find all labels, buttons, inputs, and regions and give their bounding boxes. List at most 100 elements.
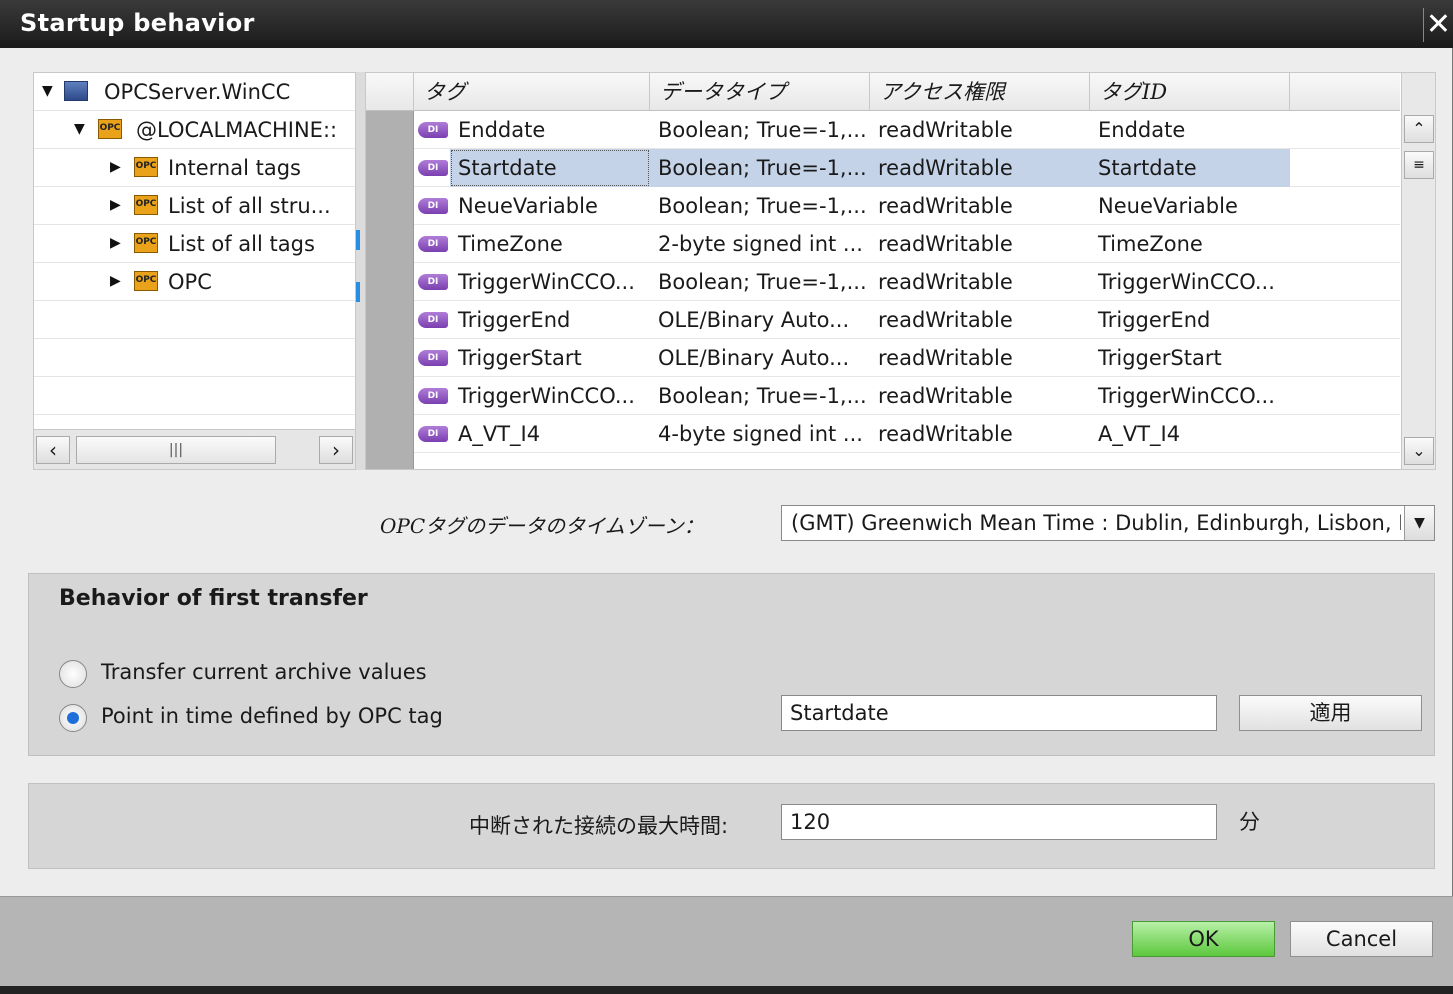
row-selector[interactable] (366, 187, 414, 225)
expand-right-icon[interactable]: ▶ (110, 159, 121, 175)
table-row-partial (366, 453, 1400, 469)
row-selector[interactable] (366, 111, 414, 149)
table-row[interactable]: DI TriggerStart OLE/Binary Auto... readW… (366, 339, 1400, 377)
table-row[interactable]: DI TriggerEnd OLE/Binary Auto... readWri… (366, 301, 1400, 339)
expand-right-icon[interactable]: ▶ (110, 273, 121, 289)
cell-tag[interactable]: TriggerWinCCO... (450, 377, 650, 415)
cell-tag[interactable]: TriggerWinCCO... (450, 263, 650, 301)
table-row[interactable]: DI NeueVariable Boolean; True=-1,... rea… (366, 187, 1400, 225)
cell-access[interactable]: readWritable (870, 225, 1090, 263)
cell-tagid[interactable]: TriggerWinCCO... (1090, 377, 1290, 415)
table-row[interactable]: DI Enddate Boolean; True=-1,... readWrit… (366, 111, 1400, 149)
apply-button[interactable]: 適用 (1239, 695, 1422, 731)
cell-tag[interactable]: TriggerEnd (450, 301, 650, 339)
cell-tagid[interactable]: TimeZone (1090, 225, 1290, 263)
opc-tag-field[interactable]: Startdate (781, 695, 1217, 731)
row-selector[interactable] (366, 415, 414, 453)
cell-tagid[interactable]: TriggerEnd (1090, 301, 1290, 339)
scroll-up-icon[interactable]: ⌃ (1404, 115, 1434, 143)
tree-item-internal-tags[interactable]: ▶ OPC Internal tags (34, 149, 355, 187)
scroll-thumb[interactable]: ||| (76, 436, 276, 464)
column-header-datatype[interactable]: データタイプ (650, 73, 870, 111)
table-vertical-scrollbar[interactable]: ⌃ ≡ ⌄ (1401, 73, 1435, 469)
tag-tree: ▼ OPCServer.WinCC ▼ OPC @LOCALMACHINE:: … (33, 72, 356, 470)
row-selector[interactable] (366, 301, 414, 339)
cell-tagid[interactable]: Startdate (1090, 149, 1290, 187)
cell-access[interactable]: readWritable (870, 111, 1090, 149)
tree-item-list-of-all-structures[interactable]: ▶ OPC List of all stru... (34, 187, 355, 225)
row-selector[interactable] (366, 377, 414, 415)
minutes-unit: 分 (1239, 810, 1260, 834)
column-header-tag[interactable]: タグ (414, 73, 650, 111)
table-row[interactable]: DI TriggerWinCCO... Boolean; True=-1,...… (366, 263, 1400, 301)
row-selector[interactable] (366, 339, 414, 377)
column-header-tagid[interactable]: タグID (1090, 73, 1290, 111)
scroll-right-icon[interactable]: › (319, 436, 353, 464)
cell-datatype[interactable]: 4-byte signed int ... (650, 415, 870, 453)
cell-datatype[interactable]: OLE/Binary Auto... (650, 301, 870, 339)
expand-down-icon[interactable]: ▼ (74, 121, 85, 137)
cell-tagid[interactable]: A_VT_I4 (1090, 415, 1290, 453)
cell-datatype[interactable]: 2-byte signed int ... (650, 225, 870, 263)
cell-datatype[interactable]: Boolean; True=-1,... (650, 263, 870, 301)
tag-icon: DI (418, 160, 448, 176)
cell-tagid[interactable]: TriggerStart (1090, 339, 1290, 377)
cell-datatype[interactable]: Boolean; True=-1,... (650, 187, 870, 225)
cancel-button[interactable]: Cancel (1290, 921, 1433, 957)
table-row[interactable]: DI A_VT_I4 4-byte signed int ... readWri… (366, 415, 1400, 453)
table-row[interactable]: DI TriggerWinCCO... Boolean; True=-1,...… (366, 377, 1400, 415)
radio-transfer-current[interactable] (59, 660, 87, 688)
cell-access[interactable]: readWritable (870, 263, 1090, 301)
dialog-title: Startup behavior (20, 9, 255, 37)
cell-tagid[interactable]: Enddate (1090, 111, 1290, 149)
opc-folder-icon: OPC (134, 233, 158, 253)
cell-tagid[interactable]: TriggerWinCCO... (1090, 263, 1290, 301)
row-selector[interactable] (366, 149, 414, 187)
timezone-select[interactable]: (GMT) Greenwich Mean Time : Dublin, Edin… (781, 505, 1435, 541)
column-header-access[interactable]: アクセス権限 (870, 73, 1090, 111)
cell-access[interactable]: readWritable (870, 149, 1090, 187)
cell-datatype[interactable]: OLE/Binary Auto... (650, 339, 870, 377)
close-icon[interactable]: ✕ (1423, 8, 1453, 42)
cell-access[interactable]: readWritable (870, 187, 1090, 225)
panel-splitter[interactable] (356, 72, 365, 470)
cell-tag[interactable]: NeueVariable (450, 187, 650, 225)
cell-tag[interactable]: Enddate (450, 111, 650, 149)
radio-point-in-time[interactable] (59, 704, 87, 732)
cell-datatype[interactable]: Boolean; True=-1,... (650, 149, 870, 187)
scroll-down-icon[interactable]: ⌄ (1404, 437, 1434, 465)
scroll-left-icon[interactable]: ‹ (36, 436, 70, 464)
cell-tag[interactable]: TriggerStart (450, 339, 650, 377)
tree-item-localmachine[interactable]: ▼ OPC @LOCALMACHINE:: (34, 111, 355, 149)
cell-access[interactable]: readWritable (870, 339, 1090, 377)
scroll-thumb-icon[interactable]: ≡ (1404, 151, 1434, 179)
expand-right-icon[interactable]: ▶ (110, 197, 121, 213)
cell-access[interactable]: readWritable (870, 301, 1090, 339)
max-interruption-field[interactable]: 120 (781, 804, 1217, 840)
ok-button[interactable]: OK (1132, 921, 1275, 957)
radio-label-transfer-current[interactable]: Transfer current archive values (101, 660, 427, 684)
opc-folder-icon: OPC (134, 271, 158, 291)
cell-access[interactable]: readWritable (870, 377, 1090, 415)
row-selector-header (366, 73, 414, 111)
row-selector[interactable] (366, 225, 414, 263)
cell-datatype[interactable]: Boolean; True=-1,... (650, 377, 870, 415)
row-selector[interactable] (366, 263, 414, 301)
expand-right-icon[interactable]: ▶ (110, 235, 121, 251)
cell-access[interactable]: readWritable (870, 415, 1090, 453)
tree-horizontal-scrollbar[interactable]: ‹ ||| › (34, 429, 355, 469)
tree-item-opc[interactable]: ▶ OPC OPC (34, 263, 355, 301)
expand-down-icon[interactable]: ▼ (42, 83, 53, 99)
tag-icon: DI (418, 236, 448, 252)
tree-item-opcserver[interactable]: ▼ OPCServer.WinCC (34, 73, 355, 111)
cell-tagid[interactable]: NeueVariable (1090, 187, 1290, 225)
table-row[interactable]: DI TimeZone 2-byte signed int ... readWr… (366, 225, 1400, 263)
cell-tag[interactable]: Startdate (450, 149, 650, 187)
cell-tag[interactable]: TimeZone (450, 225, 650, 263)
cell-tag[interactable]: A_VT_I4 (450, 415, 650, 453)
table-row-selected[interactable]: DI Startdate Boolean; True=-1,... readWr… (366, 149, 1400, 187)
tree-item-list-of-all-tags[interactable]: ▶ OPC List of all tags (34, 225, 355, 263)
chevron-down-icon[interactable]: ▼ (1404, 506, 1434, 540)
radio-label-point-in-time[interactable]: Point in time defined by OPC tag (101, 704, 443, 728)
cell-datatype[interactable]: Boolean; True=-1,... (650, 111, 870, 149)
